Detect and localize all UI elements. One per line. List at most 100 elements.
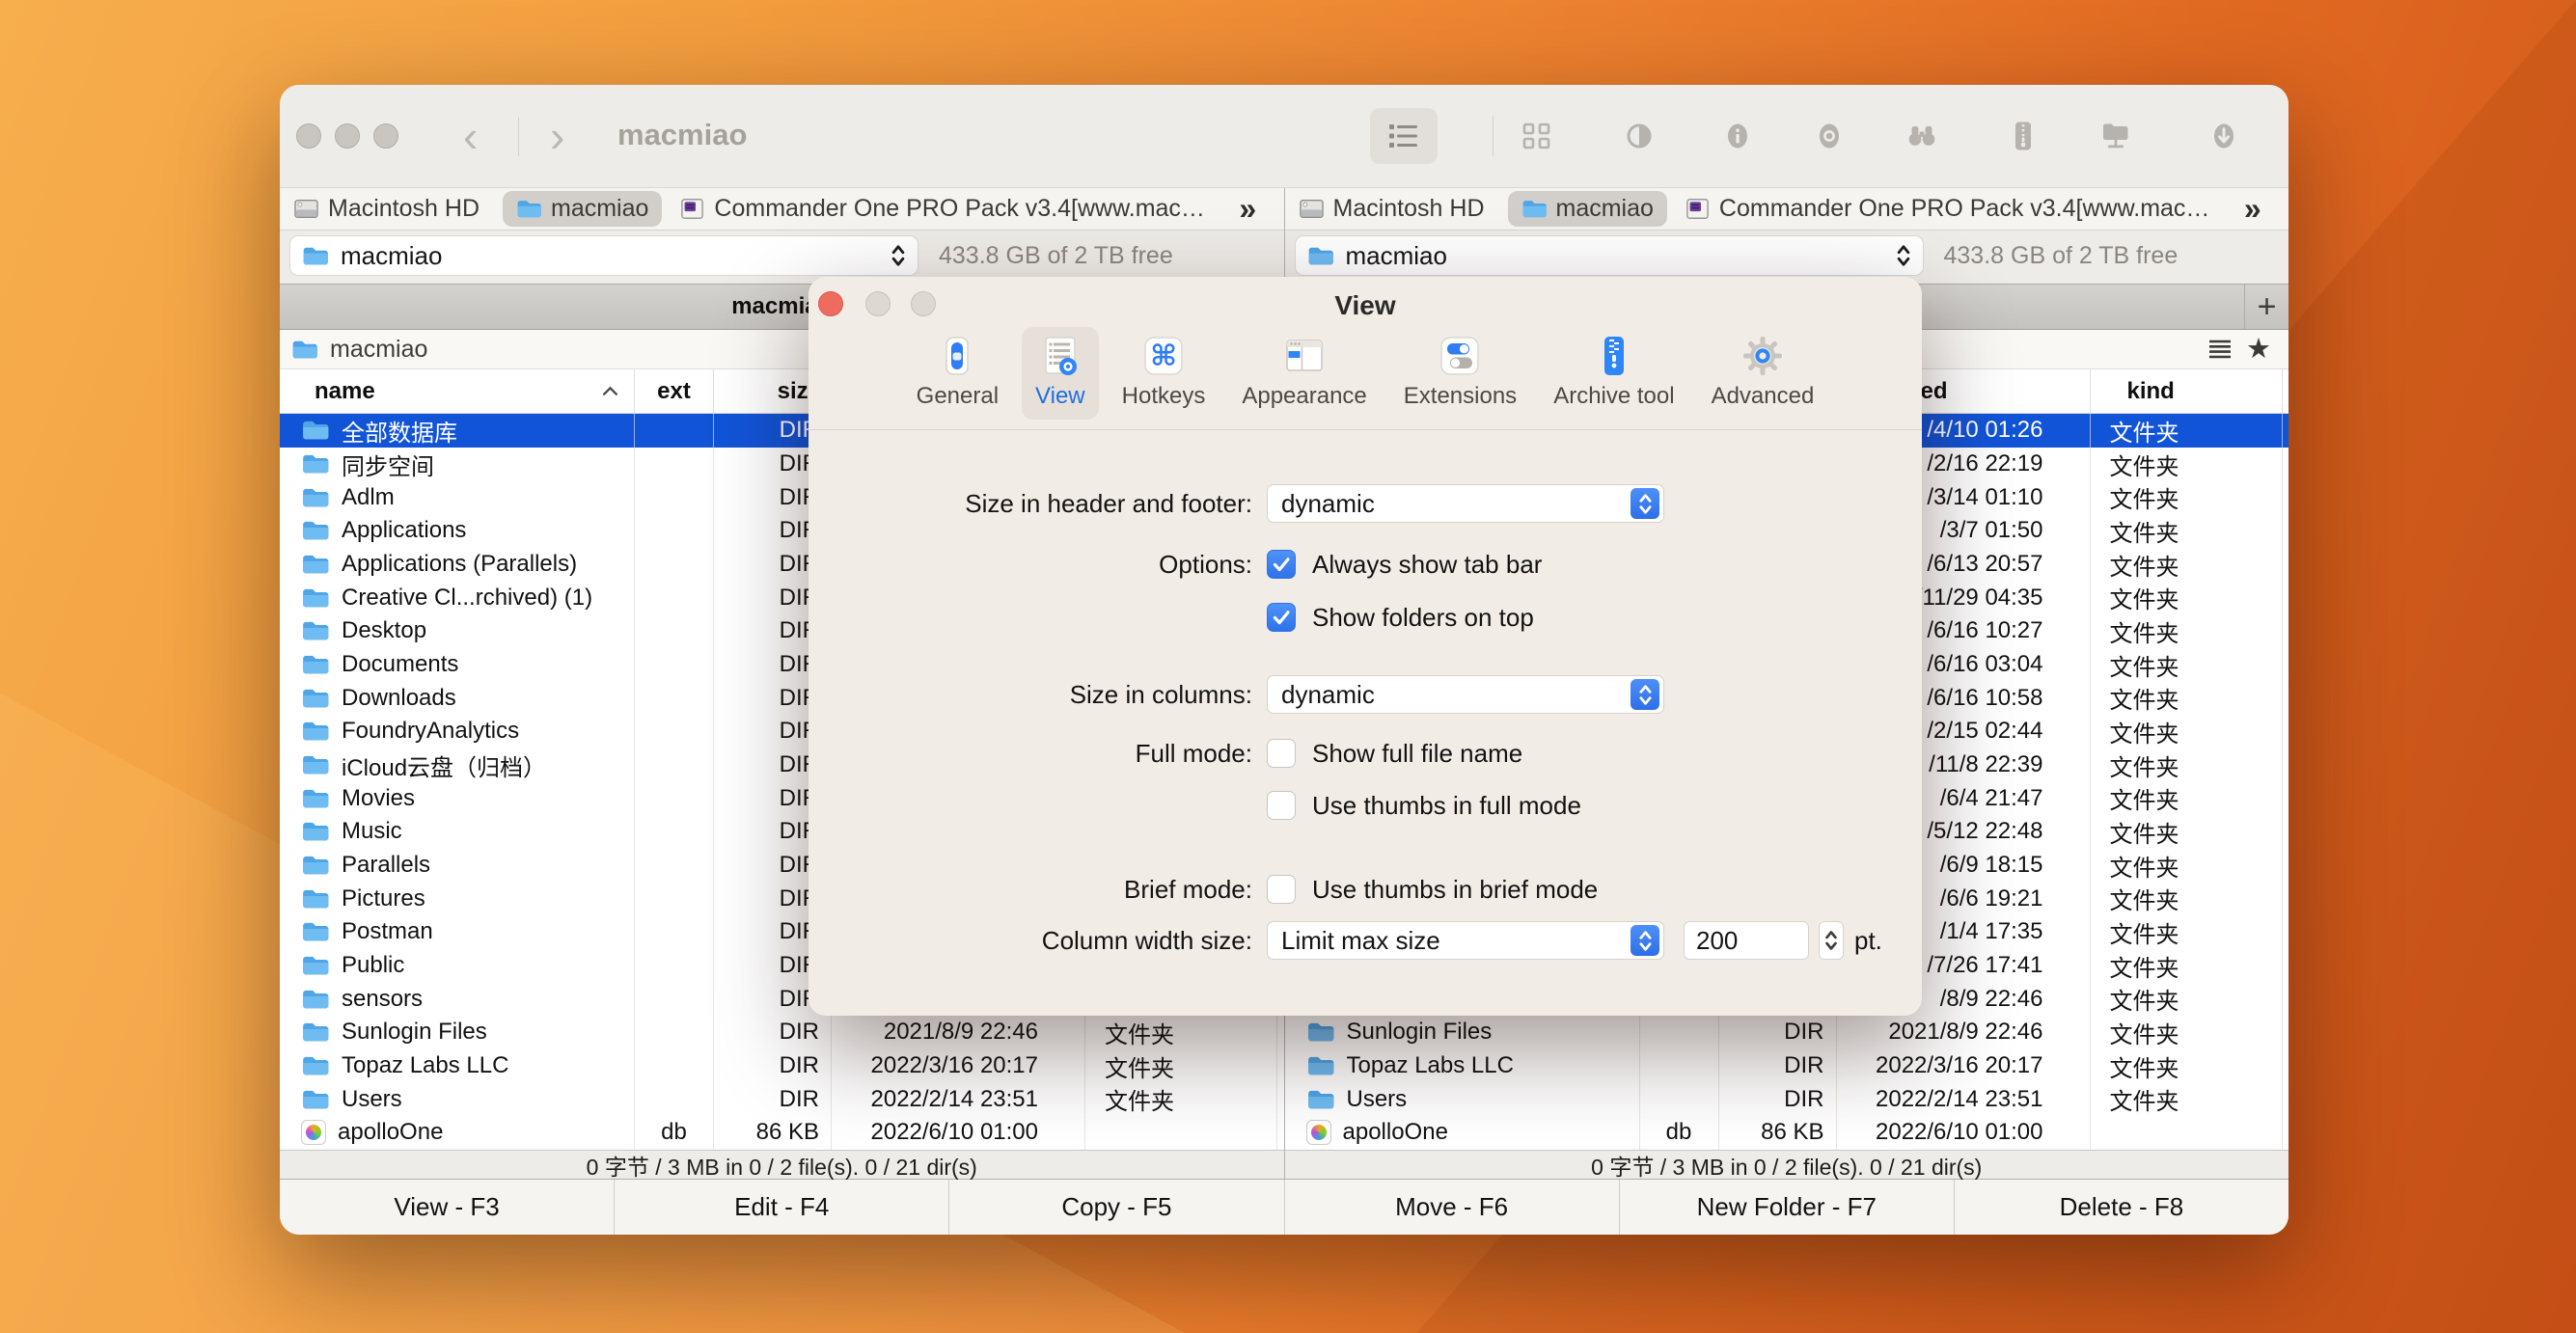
tab-macintosh-hd[interactable]: Macintosh HD [1299, 195, 1485, 223]
info-button[interactable] [1721, 120, 1754, 152]
fn-button-copy-f5[interactable]: Copy - F5 [949, 1180, 1284, 1235]
path-dropdown[interactable]: macmiao [289, 235, 918, 276]
file-modified: /7/26 17:41 [1927, 952, 2042, 979]
file-ext: db [661, 1119, 687, 1146]
path-stepper-icon[interactable] [1896, 243, 1911, 268]
checkbox-show-full-file-name[interactable] [1267, 739, 1296, 768]
file-row-users[interactable]: Users DIR 2022/2/14 23:51 文件夹 [1285, 1082, 2289, 1116]
file-ext: db [1666, 1119, 1692, 1146]
free-space-label: 433.8 GB of 2 TB free [939, 242, 1173, 270]
checkbox-show-folders-on-top[interactable] [1267, 603, 1296, 632]
add-tab-button[interactable]: + [2244, 285, 2288, 329]
file-modified: /3/14 01:10 [1927, 484, 2042, 511]
disk-image-icon [1685, 198, 1711, 220]
column-header-strip [2283, 369, 2289, 413]
path-stepper-icon[interactable] [891, 243, 906, 268]
file-kind: 文件夹 [1105, 1016, 1174, 1049]
tab-overflow-chevron[interactable]: » [1239, 191, 1256, 227]
dialog-select-column-width-size[interactable]: Limit max size [1267, 921, 1664, 960]
file-row-sunlogin-files[interactable]: Sunlogin Files DIR 2021/8/9 22:46 文件夹 [280, 1016, 1284, 1049]
search-button[interactable] [1905, 120, 1938, 152]
file-row-topaz-labs-llc[interactable]: Topaz Labs LLC DIR 2022/3/16 20:17 文件夹 [1285, 1049, 2289, 1083]
folder-icon [291, 339, 318, 361]
column-width-input[interactable]: 200 [1684, 921, 1809, 960]
file-modified: /6/16 03:04 [1927, 651, 2042, 678]
fn-button-delete-f8[interactable]: Delete - F8 [1955, 1180, 2288, 1235]
tab-commander-one-pro-pack-v3-4-ww[interactable]: Commander One PRO Pack v3.4[www.macat... [679, 195, 1216, 223]
favorites-star-icon[interactable]: ★ [2246, 336, 2271, 364]
tab-macmiao[interactable]: macmiao [1508, 191, 1667, 227]
file-size: DIR [1784, 1086, 1823, 1113]
folder-icon [302, 245, 329, 267]
number-stepper[interactable] [1819, 921, 1844, 960]
file-kind: 文件夹 [2110, 748, 2179, 782]
file-modified: 2022/3/16 20:17 [1876, 1052, 2043, 1079]
file-modified: /8/9 22:46 [1940, 986, 2043, 1013]
path-dropdown[interactable]: macmiao [1295, 235, 1924, 276]
preview-button[interactable] [1813, 120, 1846, 152]
file-row-apolloone[interactable]: apolloOne db 86 KB 2022/6/10 01:00 [1285, 1116, 2289, 1150]
tab-overflow-chevron[interactable]: » [2244, 191, 2261, 227]
zoom-button[interactable] [373, 123, 398, 149]
file-name-cell: Documents [280, 648, 635, 682]
app-icon [1306, 1120, 1331, 1145]
tab-macintosh-hd[interactable]: Macintosh HD [293, 195, 480, 223]
fn-button-move-f6[interactable]: Move - F6 [1285, 1180, 1620, 1235]
tab-macmiao[interactable]: macmiao [503, 191, 662, 227]
file-row-topaz-labs-llc[interactable]: Topaz Labs LLC DIR 2022/3/16 20:17 文件夹 [280, 1049, 1284, 1083]
folder-icon [301, 586, 330, 610]
checkbox-use-thumbs-in-full-mode[interactable] [1267, 791, 1296, 820]
back-button[interactable]: ‹ [463, 110, 478, 162]
file-name-cell: Desktop [280, 614, 635, 648]
file-name-cell: Music [280, 815, 635, 849]
fn-button-view-f3[interactable]: View - F3 [280, 1180, 615, 1235]
dialog-label-size-in-header-and-footer: Size in header and footer: [823, 484, 1252, 523]
file-size: 86 KB [756, 1119, 819, 1146]
file-kind: 文件夹 [2110, 849, 2179, 883]
file-name-cell: Topaz Labs LLC [280, 1049, 635, 1083]
thumbs-toggle-button[interactable] [1623, 120, 1656, 152]
folder-icon [1307, 245, 1334, 267]
file-name-cell: apolloOne [280, 1116, 635, 1150]
download-button[interactable] [2207, 120, 2240, 152]
path-value: macmiao [1346, 241, 1884, 271]
close-button[interactable] [296, 123, 321, 149]
file-name-cell: Topaz Labs LLC [1285, 1049, 1640, 1083]
file-kind: 文件夹 [2110, 480, 2179, 514]
checkbox-use-thumbs-in-brief-mode[interactable] [1267, 875, 1296, 904]
column-header-name[interactable]: name [280, 369, 635, 413]
tab-label: macmiao [1556, 195, 1654, 223]
file-modified: 2022/6/10 01:00 [871, 1119, 1039, 1146]
file-row-apolloone[interactable]: apolloOne db 86 KB 2022/6/10 01:00 [280, 1116, 1284, 1150]
view-preferences-dialog: View GeneralView⌘HotkeysAppearanceExtens… [808, 277, 1922, 1016]
window-title: macmiao [617, 118, 747, 152]
select-stepper-icon [1631, 679, 1659, 710]
full-view-button[interactable] [1370, 108, 1438, 164]
file-modified: 2021/8/9 22:46 [884, 1019, 1038, 1046]
checkbox-label-use-thumbs-in-brief-mode: Use thumbs in brief mode [1312, 875, 1598, 904]
folder-icon [301, 820, 330, 843]
tab-label: Commander One PRO Pack v3.4[www.macat... [1719, 195, 2221, 223]
checkbox-always-show-tab-bar[interactable] [1267, 550, 1296, 579]
file-kind: 文件夹 [2110, 514, 2179, 548]
column-header-kind[interactable]: kind [2091, 369, 2283, 413]
minimize-button[interactable] [335, 123, 360, 149]
file-name-cell: 全部数据库 [280, 414, 635, 448]
tab-label: Macintosh HD [328, 195, 480, 223]
brief-view-button[interactable] [1521, 120, 1553, 152]
folder-icon [301, 1088, 330, 1111]
dialog-select-size-in-columns[interactable]: dynamic [1267, 675, 1664, 714]
file-row-sunlogin-files[interactable]: Sunlogin Files DIR 2021/8/9 22:46 文件夹 [1285, 1016, 2289, 1049]
file-row-users[interactable]: Users DIR 2022/2/14 23:51 文件夹 [280, 1082, 1284, 1116]
dialog-select-size-in-header-and-footer[interactable]: dynamic [1267, 484, 1664, 523]
fn-button-edit-f4[interactable]: Edit - F4 [615, 1180, 949, 1235]
list-menu-icon[interactable] [2206, 337, 2234, 362]
column-header-ext[interactable]: ext [635, 369, 714, 413]
fn-button-new-folder-f7[interactable]: New Folder - F7 [1620, 1180, 1955, 1235]
status-text: 0 字节 / 3 MB in 0 / 2 file(s). 0 / 21 dir… [1591, 1149, 1982, 1182]
archive-button[interactable] [2007, 120, 2040, 152]
tab-commander-one-pro-pack-v3-4-ww[interactable]: Commander One PRO Pack v3.4[www.macat... [1685, 195, 2221, 223]
forward-button[interactable]: › [550, 110, 564, 162]
select-value: dynamic [1268, 489, 1631, 519]
network-button[interactable] [2099, 120, 2132, 152]
